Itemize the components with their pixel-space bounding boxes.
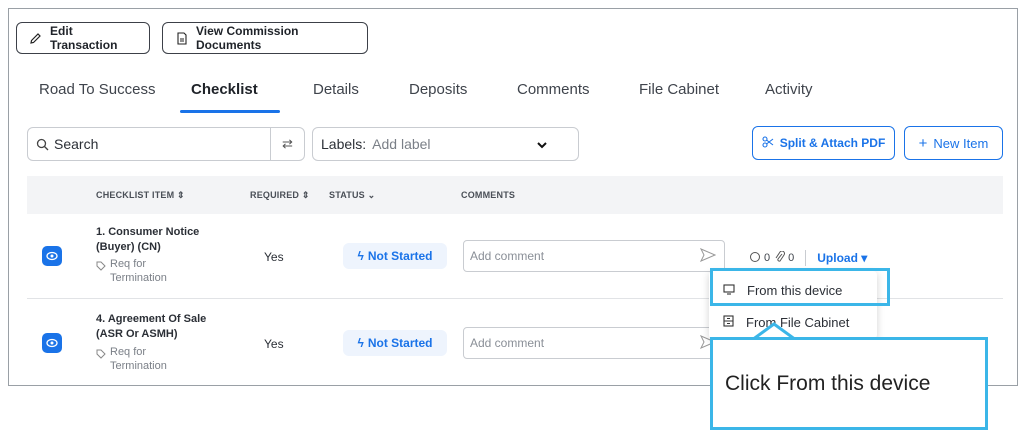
sort-icon: ⌄ bbox=[367, 190, 376, 200]
item-title[interactable]: 4. Agreement Of Sale (ASR Or ASMH) bbox=[96, 312, 226, 342]
instruction-callout: Click From this device bbox=[710, 337, 988, 430]
search-icon bbox=[30, 138, 54, 151]
sort-icon: ⇕ bbox=[301, 190, 310, 200]
split-attach-pdf-button[interactable]: Split & Attach PDF bbox=[752, 126, 895, 160]
lightning-icon: ϟ bbox=[357, 249, 364, 263]
transaction-panel: Edit Transaction View Commission Documen… bbox=[8, 8, 1018, 386]
edit-transaction-button[interactable]: Edit Transaction bbox=[16, 22, 150, 54]
required-value: Yes bbox=[264, 250, 284, 264]
upload-dropdown[interactable]: Upload ▾ bbox=[817, 251, 867, 265]
tab-deposits[interactable]: Deposits bbox=[409, 81, 467, 98]
pencil-icon bbox=[29, 31, 42, 45]
edit-transaction-label: Edit Transaction bbox=[50, 24, 118, 52]
eye-icon[interactable] bbox=[42, 246, 62, 266]
view-commission-documents-button[interactable]: View Commission Documents bbox=[162, 22, 368, 54]
eye-icon[interactable] bbox=[42, 333, 62, 353]
lightning-icon: ϟ bbox=[357, 336, 364, 350]
chevron-down-icon bbox=[536, 137, 548, 153]
row-actions: 0 0 Upload ▾ bbox=[749, 250, 867, 266]
labels-label: Labels: bbox=[321, 136, 367, 152]
column-header-item[interactable]: CHECKLIST ITEM ⇕ bbox=[96, 190, 185, 201]
search-input[interactable] bbox=[54, 136, 274, 152]
highlight-box bbox=[710, 268, 890, 306]
sort-icon: ⇕ bbox=[177, 190, 185, 200]
tag-icon bbox=[96, 261, 106, 275]
tab-checklist[interactable]: Checklist bbox=[191, 81, 258, 98]
new-item-label: New Item bbox=[933, 135, 989, 151]
item-tag: Req for Termination bbox=[96, 257, 167, 285]
tab-file-cabinet[interactable]: File Cabinet bbox=[639, 81, 719, 98]
paperclip-icon bbox=[775, 250, 786, 266]
comment-input[interactable]: Add comment bbox=[463, 240, 725, 272]
status-badge[interactable]: ϟ Not Started bbox=[343, 330, 447, 356]
tag-icon bbox=[96, 349, 106, 363]
cabinet-icon bbox=[723, 314, 734, 330]
plus-icon: + bbox=[918, 134, 928, 152]
split-attach-pdf-label: Split & Attach PDF bbox=[779, 136, 886, 150]
new-item-button[interactable]: + New Item bbox=[904, 126, 1003, 160]
attachment-count: 0 bbox=[788, 252, 795, 264]
view-commission-documents-label: View Commission Documents bbox=[196, 24, 299, 52]
swap-icon[interactable]: ⇄ bbox=[270, 128, 304, 160]
search-box: ⇄ bbox=[27, 127, 305, 161]
item-title[interactable]: 1. Consumer Notice (Buyer) (CN) bbox=[96, 225, 226, 255]
comment-icon bbox=[749, 251, 761, 266]
callout-text: Click From this device bbox=[725, 372, 931, 395]
tab-comments[interactable]: Comments bbox=[517, 81, 590, 98]
labels-placeholder: Add label bbox=[372, 136, 431, 152]
comment-input[interactable]: Add comment bbox=[463, 327, 725, 359]
required-value: Yes bbox=[264, 337, 284, 351]
document-icon bbox=[175, 31, 188, 45]
active-tab-indicator bbox=[180, 110, 280, 113]
item-tag: Req for Termination bbox=[96, 345, 167, 373]
table-header: CHECKLIST ITEM ⇕ REQUIRED ⇕ STATUS ⌄ COM… bbox=[27, 176, 1003, 214]
status-badge[interactable]: ϟ Not Started bbox=[343, 243, 447, 269]
column-header-required[interactable]: REQUIRED ⇕ bbox=[250, 190, 310, 201]
tab-activity[interactable]: Activity bbox=[765, 81, 813, 98]
scissors-icon bbox=[762, 135, 774, 151]
send-icon[interactable] bbox=[699, 248, 717, 265]
tab-road-to-success[interactable]: Road To Success bbox=[39, 81, 155, 98]
column-header-status[interactable]: STATUS ⌄ bbox=[329, 190, 375, 201]
column-header-comments: COMMENTS bbox=[461, 190, 516, 200]
labels-select[interactable]: Labels: Add label bbox=[312, 127, 579, 161]
tab-details[interactable]: Details bbox=[313, 81, 359, 98]
comment-count: 0 bbox=[764, 252, 771, 264]
